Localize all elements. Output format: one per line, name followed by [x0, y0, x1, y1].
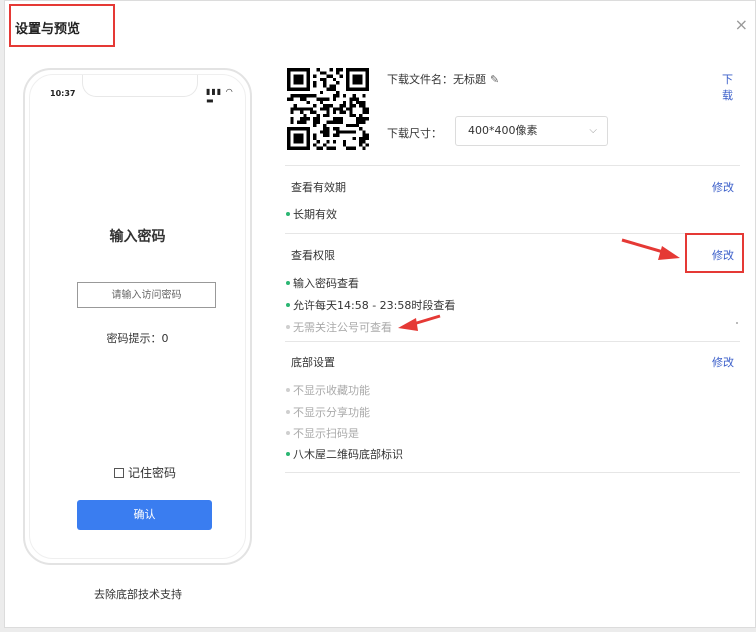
chevron-down-icon: ⌵ [589, 125, 597, 136]
status-dot-icon [286, 388, 290, 392]
qr-code-image [287, 68, 369, 150]
annotation-arrow-icon [621, 238, 680, 260]
divider [285, 341, 740, 342]
phone-preview: 10:37 ▮▮▮ ◠ ▬ 输入密码 密码提示：0 记住密码 确认 [23, 68, 252, 565]
bottom-settings-modify-link[interactable]: 修改 [712, 354, 734, 370]
dialog-title: 设置与预览 [15, 22, 81, 37]
bottom-setting-label: 不显示分享功能 [293, 406, 370, 419]
status-dot-icon [286, 452, 290, 456]
status-dot-icon [286, 281, 290, 285]
status-dot-icon [286, 212, 290, 216]
phone-screen: 10:37 ▮▮▮ ◠ ▬ 输入密码 密码提示：0 记住密码 确认 [29, 74, 246, 559]
phone-notch [82, 75, 198, 97]
remember-password-checkbox[interactable]: 记住密码 [114, 464, 176, 481]
validity-section-title: 查看有效期 [291, 181, 346, 194]
divider [285, 165, 740, 166]
bottom-setting-item: 八木屋二维码底部标识 [286, 446, 403, 462]
status-dot-icon [286, 431, 290, 435]
permission-item-label: 允许每天14:58 - 23:58时段查看 [293, 299, 456, 312]
annotation-arrow-icon [398, 314, 441, 331]
bottom-setting-item: 不显示分享功能 [286, 404, 370, 420]
password-hint: 密码提示：0 [106, 332, 169, 345]
validity-item: 长期有效 [286, 206, 337, 222]
annotation-modify-box [685, 233, 744, 273]
confirm-button[interactable]: 确认 [77, 500, 212, 530]
checkbox-icon[interactable] [114, 467, 124, 478]
status-dot-icon [286, 303, 290, 307]
download-filename-label: 下载文件名：无标题 [387, 73, 486, 86]
download-filename-row: 下载文件名：无标题 ✎ [387, 71, 499, 87]
remove-tech-support-link[interactable]: 去除底部技术支持 [0, 586, 276, 602]
permission-item: 输入密码查看 [286, 275, 359, 291]
status-dot-icon [286, 410, 290, 414]
bottom-setting-label: 八木屋二维码底部标识 [293, 448, 403, 461]
bottom-setting-label: 不显示收藏功能 [293, 384, 370, 397]
permission-item-label: 输入密码查看 [293, 277, 359, 290]
bottom-setting-item: 不显示收藏功能 [286, 382, 370, 398]
validity-item-label: 长期有效 [293, 208, 337, 221]
password-input[interactable] [77, 282, 216, 308]
permission-item: 允许每天14:58 - 23:58时段查看 [286, 297, 455, 313]
permission-item-label: 无需关注公号可查看 [293, 321, 392, 334]
download-size-value: 400*400像素 [468, 124, 538, 137]
permissions-section-title: 查看权限 [291, 249, 335, 262]
download-link[interactable]: 下载 [722, 71, 739, 103]
bottom-settings-section-title: 底部设置 [291, 356, 335, 369]
close-icon[interactable]: × [735, 17, 748, 33]
download-size-label: 下载尺寸： [387, 127, 442, 140]
status-time: 10:37 [50, 89, 76, 98]
bottom-setting-label: 不显示扫码是 [293, 427, 359, 440]
divider [285, 472, 740, 473]
status-dot-icon [286, 325, 290, 329]
permission-item: 无需关注公号可查看 [286, 319, 392, 335]
pencil-icon[interactable]: ✎ [490, 73, 499, 86]
bottom-setting-item: 不显示扫码是 [286, 425, 359, 441]
validity-modify-link[interactable]: 修改 [712, 179, 734, 195]
signal-wifi-battery-icon: ▮▮▮ ◠ ▬ [206, 87, 234, 105]
download-size-select[interactable]: 400*400像素 ⌵ [455, 116, 608, 146]
password-title: 输入密码 [109, 229, 166, 245]
divider [285, 233, 740, 234]
decorative-dot [736, 322, 738, 324]
remember-password-label: 记住密码 [128, 466, 177, 480]
